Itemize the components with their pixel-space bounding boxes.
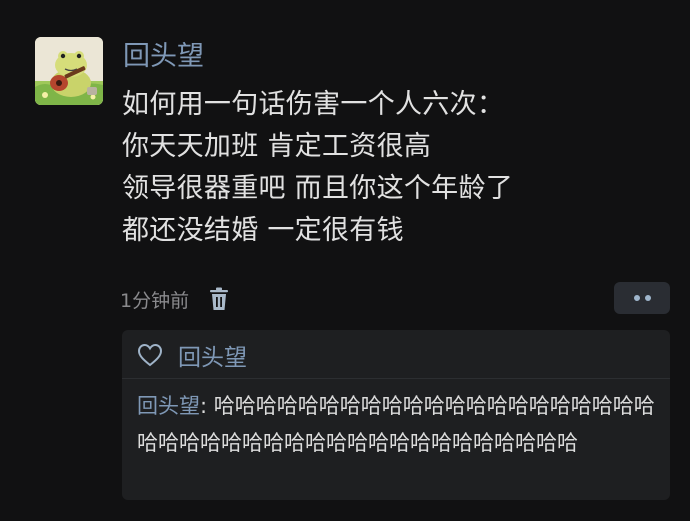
frog-with-guitar-avatar-icon [35,37,103,105]
like-button[interactable] [136,341,164,369]
comment-panel: 回头望 回头望: 哈哈哈哈哈哈哈哈哈哈哈哈哈哈哈哈哈哈哈哈哈哈哈哈哈哈哈哈哈哈哈… [122,330,670,500]
divider [122,378,670,379]
timestamp: 1分钟前 [120,289,190,312]
post-line: 你天天加班 肯定工资很高 [122,131,432,162]
post-line: 都还没结婚 一定很有钱 [122,215,404,246]
more-dots-icon [633,295,640,301]
post-line: 领导很器重吧 而且你这个年龄了 [122,173,514,204]
trash-icon [210,287,229,310]
liked-by-user[interactable]: 回头望 [178,338,247,372]
more-dots-icon [644,295,651,301]
reply-separator: : [200,394,214,418]
reply-content: 哈哈哈哈哈哈哈哈哈哈哈哈哈哈哈哈哈哈哈哈哈哈哈哈哈哈哈哈哈哈哈哈哈哈哈哈哈哈哈哈… [137,394,655,455]
reply-author[interactable]: 回头望 [137,394,200,418]
post-username[interactable]: 回头望 [123,40,204,74]
reply-comment: 回头望: 哈哈哈哈哈哈哈哈哈哈哈哈哈哈哈哈哈哈哈哈哈哈哈哈哈哈哈哈哈哈哈哈哈哈哈… [137,388,665,462]
delete-button[interactable] [206,285,232,313]
post-line: 如何用一句话伤害一个人六次： [122,89,505,120]
more-options-button[interactable] [614,282,670,314]
post-body: 如何用一句话伤害一个人六次： 你天天加班 肯定工资很高 领导很器重吧 而且你这个… [122,84,682,252]
likes-row: 回头望 [136,338,247,372]
heart-outline-icon [137,343,163,367]
avatar[interactable] [35,37,103,105]
post-meta: 1分钟前 [120,283,232,315]
